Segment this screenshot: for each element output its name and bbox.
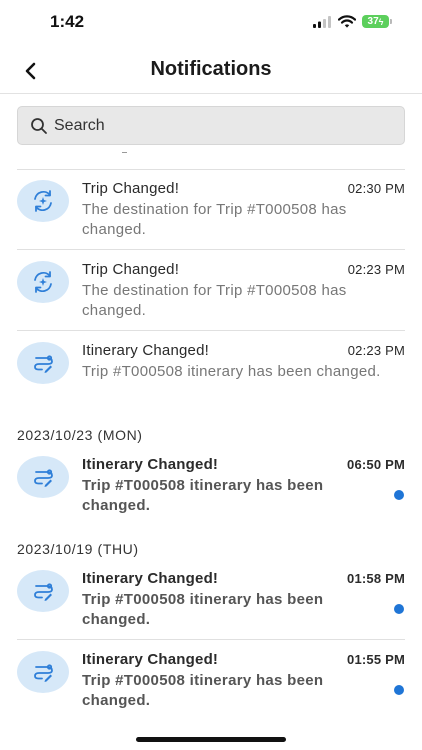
notification-title: Trip Changed! <box>82 261 180 278</box>
route-edit-icon <box>34 469 53 487</box>
notification-message: The destination for Trip #T000508 has ch… <box>82 282 347 319</box>
notification-message: Trip #T000508 itinerary has been changed… <box>82 477 324 514</box>
nav-header: Notifications <box>0 48 422 94</box>
sync-sparkle-icon <box>34 271 52 293</box>
scrolled-item-remnant <box>122 152 127 153</box>
route-edit-icon <box>34 583 53 601</box>
notification-time: 06:50 PM <box>347 457 405 472</box>
notification-item[interactable]: Itinerary Changed! 02:23 PM Trip #T00050… <box>17 342 405 412</box>
notification-icon-circle <box>17 180 69 222</box>
notification-time: 01:58 PM <box>347 571 405 586</box>
notification-icon-circle <box>17 651 69 693</box>
notification-title: Itinerary Changed! <box>82 570 219 587</box>
route-edit-icon <box>34 664 53 682</box>
notification-icon-circle <box>17 342 69 384</box>
notification-title: Itinerary Changed! <box>82 342 210 359</box>
status-bar: 1:42 37 ϟ <box>0 0 422 48</box>
notification-icon-circle <box>17 570 69 612</box>
notification-item[interactable]: Trip Changed! 02:23 PM The destination f… <box>17 261 405 331</box>
notification-item[interactable]: Trip Changed! 02:30 PM The destination f… <box>17 180 405 250</box>
notification-message: Trip #T000508 itinerary has been changed… <box>82 672 324 709</box>
notification-message: The destination for Trip #T000508 has ch… <box>82 201 347 238</box>
notification-time: 02:23 PM <box>347 262 405 277</box>
sync-sparkle-icon <box>34 190 52 212</box>
home-indicator[interactable] <box>136 737 286 742</box>
notification-item[interactable]: Itinerary Changed! 01:55 PM Trip #T00050… <box>17 651 405 721</box>
cellular-signal-icon <box>313 15 331 28</box>
notification-item[interactable]: Itinerary Changed! 06:50 PM Trip #T00050… <box>17 456 405 526</box>
battery-icon: 37 ϟ <box>362 15 392 28</box>
unread-indicator <box>394 685 404 695</box>
unread-indicator <box>394 490 404 500</box>
search-icon <box>31 117 47 134</box>
status-icons: 37 ϟ <box>312 15 392 28</box>
notification-title: Itinerary Changed! <box>82 456 219 473</box>
notification-time: 02:30 PM <box>347 181 405 196</box>
list-divider <box>17 169 405 170</box>
date-group-header: 2023/10/23 (MON) <box>17 427 143 443</box>
notification-title: Itinerary Changed! <box>82 651 219 668</box>
unread-indicator <box>394 604 404 614</box>
route-edit-icon <box>34 355 53 373</box>
page-title: Notifications <box>150 58 272 80</box>
notification-item[interactable]: Itinerary Changed! 01:58 PM Trip #T00050… <box>17 570 405 640</box>
notification-title: Trip Changed! <box>82 180 180 197</box>
status-time: 1:42 <box>50 12 85 31</box>
wifi-icon <box>338 15 356 28</box>
date-group-header: 2023/10/19 (THU) <box>17 541 139 557</box>
notification-icon-circle <box>17 261 69 303</box>
notification-time: 02:23 PM <box>347 343 405 358</box>
battery-level: 37 <box>367 16 379 27</box>
notification-message: Trip #T000508 itinerary has been changed… <box>82 591 324 628</box>
search-input[interactable] <box>54 116 354 135</box>
notification-icon-circle <box>17 456 69 498</box>
search-box[interactable] <box>17 106 405 145</box>
notification-message: Trip #T000508 itinerary has been changed… <box>82 363 381 380</box>
notification-time: 01:55 PM <box>347 652 405 667</box>
